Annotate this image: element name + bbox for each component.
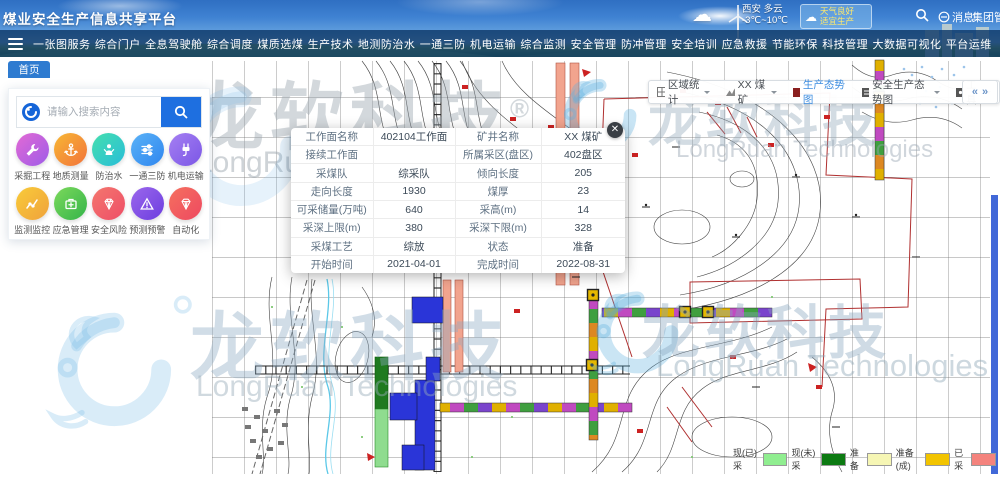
weather-vehicle-icon: ☁	[805, 10, 817, 24]
legend-swatch	[821, 453, 846, 466]
legend-label: 现(已)采	[733, 446, 761, 472]
launcher-item-yitongsanfang[interactable]: 一通三防	[128, 133, 166, 182]
toolbar-mine-select[interactable]: XX 煤矿	[718, 81, 784, 103]
map-layer-icon	[793, 88, 800, 97]
nav-item[interactable]: 大数据可视化	[871, 36, 944, 52]
sliders-icon	[131, 133, 164, 166]
legend-label: 准备	[850, 446, 865, 472]
table-row: 接续工作面 所属采区(盘区)402盘区	[291, 146, 625, 164]
nav-item[interactable]: 煤质选煤	[255, 36, 305, 52]
nav-item[interactable]: 机电运输	[468, 36, 518, 52]
map-layer-icon	[862, 88, 869, 97]
nav-item[interactable]: 安全培训	[669, 36, 719, 52]
table-row: 走向长度1930 煤厚23	[291, 182, 625, 200]
message-icon	[938, 11, 950, 23]
search-input[interactable]	[45, 105, 161, 119]
launcher-item-jiance[interactable]: 监测监控	[13, 187, 51, 236]
nav-item[interactable]: 综合监测	[518, 36, 568, 52]
nav-item[interactable]: 综合门户	[93, 36, 143, 52]
nav-item[interactable]: 科技管理	[820, 36, 870, 52]
nav-item[interactable]: 应急救援	[720, 36, 770, 52]
launcher-item-fangzhishui[interactable]: 防治水	[90, 133, 128, 182]
legend-swatch	[971, 453, 996, 466]
nav-item[interactable]: 节能环保	[770, 36, 820, 52]
launcher-item-dizhi[interactable]: 地质测量	[51, 133, 89, 182]
search-icon[interactable]	[915, 8, 929, 22]
toolbar-production-map[interactable]: 生产态势图	[785, 81, 854, 103]
collapse-right-icon[interactable]: »	[982, 86, 988, 98]
weather-status-widget[interactable]: ☁ 天气良好 适宜生产	[800, 4, 872, 29]
main-nav: 一张图服务 综合门户 全息驾驶舱 综合调度 煤质选煤 生产技术 地测防治水 一通…	[0, 30, 1000, 57]
chevron-down-icon	[704, 91, 710, 97]
plug-icon	[169, 133, 202, 166]
current-user[interactable]: 集团管理员	[972, 9, 1000, 25]
legend-swatch	[763, 453, 788, 466]
collapse-left-icon[interactable]: «	[972, 86, 978, 98]
nav-item[interactable]: 安全管理	[569, 36, 619, 52]
gem-icon	[92, 187, 125, 220]
launcher-item-caijue[interactable]: 采掘工程	[13, 133, 51, 182]
map-toolbar: 区域统计 XX 煤矿 生产态势图 安全生产态势图 工具	[648, 80, 1000, 104]
chart-icon	[16, 187, 49, 220]
longruan-logo-icon	[21, 102, 41, 122]
nav-item[interactable]: 生产技术	[306, 36, 356, 52]
tab-home[interactable]: 首页	[8, 61, 50, 78]
map-edge-feature	[991, 195, 998, 474]
gem-icon	[169, 187, 202, 220]
table-row: 采煤工艺综放 状态准备	[291, 237, 625, 255]
legend-label: 已采	[954, 446, 969, 472]
nav-item[interactable]: 防冲管理	[619, 36, 669, 52]
table-row: 可采储量(万吨)640 采高(m)14	[291, 200, 625, 218]
toolbar-region-stats[interactable]: 区域统计	[649, 81, 718, 103]
table-row: 工作面名称402104工作面 矿井名称XX 煤矿	[291, 128, 625, 146]
app-title: 煤业安全生产信息共享平台	[3, 8, 177, 28]
nav-item[interactable]: 一通三防	[418, 36, 468, 52]
legend-label: 现(未)采	[791, 446, 819, 472]
table-row: 采深上限(m)380 采深下限(m)328	[291, 219, 625, 237]
launcher-item-jidian[interactable]: 机电运输	[167, 133, 205, 182]
legend-swatch	[925, 453, 950, 466]
mountain-chart-icon	[726, 87, 735, 97]
close-icon[interactable]: ✕	[607, 122, 623, 138]
quick-launch-panel: 采掘工程 地质测量 防治水	[8, 88, 210, 240]
toolbar-safety-production-map[interactable]: 安全生产态势图	[854, 81, 948, 103]
weather-city-temp: 西安 多云 -3℃~10℃	[742, 5, 788, 26]
nav-item[interactable]: 一张图服务	[31, 36, 93, 52]
search-button[interactable]	[161, 97, 201, 127]
nav-item[interactable]: 地测防治水	[356, 36, 418, 52]
anchor-icon	[54, 133, 87, 166]
search-box	[16, 96, 202, 128]
panel-toggle-controls[interactable]: « »	[962, 80, 998, 104]
chevron-down-icon	[771, 91, 777, 97]
search-icon	[174, 105, 188, 119]
wrench-icon	[16, 133, 49, 166]
workface-info-popup: ✕ 工作面名称402104工作面 矿井名称XX 煤矿 接续工作面 所属采区(盘区…	[291, 128, 625, 273]
messages-button[interactable]: 消息	[938, 9, 974, 25]
table-row: 采煤队综采队 倾向长度205	[291, 164, 625, 182]
medkit-icon	[54, 187, 87, 220]
grid-icon	[657, 87, 665, 97]
table-row: 开始时间2021-04-01 完成时间2022-08-31	[291, 255, 625, 273]
cloud-icon: ☁	[692, 2, 712, 27]
nav-item[interactable]: 平台运维	[944, 36, 994, 52]
legend-label: 准备(成)	[896, 446, 924, 472]
map-legend: 现(已)采 现(未)采 准备 准备(成) 已采	[733, 446, 1000, 472]
longruan-dragon-logo	[28, 283, 208, 463]
launcher-item-zidonghua[interactable]: 自动化	[167, 187, 205, 236]
person-icon	[92, 133, 125, 166]
launcher-item-yujing[interactable]: 预测预警	[128, 187, 166, 236]
warning-icon	[131, 187, 164, 220]
nav-item[interactable]: 全息驾驶舱	[143, 36, 205, 52]
nav-item[interactable]: 综合调度	[205, 36, 255, 52]
chevron-down-icon	[934, 91, 940, 97]
launcher-item-fengxian[interactable]: 安全风险	[90, 187, 128, 236]
hamburger-menu-icon[interactable]	[8, 35, 23, 53]
launcher-item-yingji[interactable]: 应急管理	[51, 187, 89, 236]
legend-swatch	[867, 453, 892, 466]
